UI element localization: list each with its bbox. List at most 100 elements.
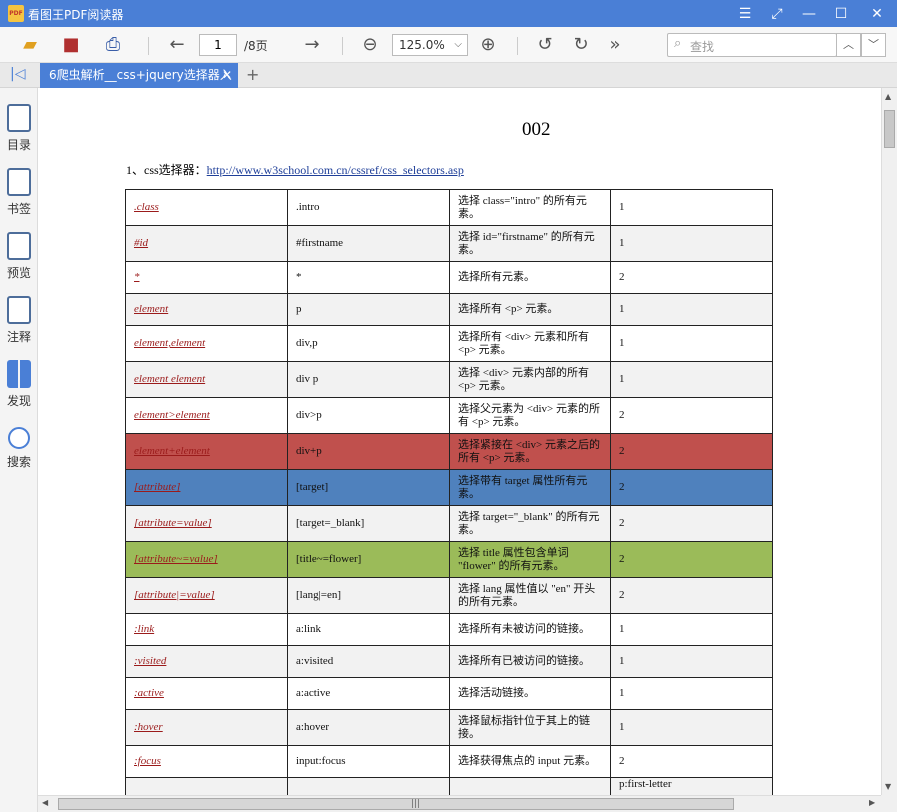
selector-cell[interactable]: :hover bbox=[125, 709, 288, 746]
selector-cell-text: element bbox=[134, 303, 169, 315]
version-cell-text: 1 bbox=[619, 687, 625, 699]
table-row: :link a:link 选择所有未被访问的链接。 1 bbox=[125, 613, 773, 646]
description-cell: 选择所有元素。 bbox=[449, 261, 611, 294]
selector-cell[interactable]: :focus bbox=[125, 745, 288, 778]
selector-cell[interactable]: * bbox=[125, 261, 288, 294]
description-cell: 选择获得焦点的 input 元素。 bbox=[449, 745, 611, 778]
selector-cell[interactable]: :visited bbox=[125, 645, 288, 678]
zoom-out-icon[interactable]: ⊖ bbox=[358, 34, 382, 56]
selector-cell[interactable]: #id bbox=[125, 225, 288, 262]
save-icon[interactable]: ■ bbox=[59, 34, 83, 56]
version-cell: 2 bbox=[610, 577, 773, 614]
selector-cell[interactable]: [attribute~=value] bbox=[125, 541, 288, 578]
vertical-scrollbar[interactable]: ▲ ▼ bbox=[881, 88, 897, 795]
left-sidebar: 目录 书签 预览 注释 发现 搜索 bbox=[0, 88, 38, 812]
rotate-right-icon[interactable]: ↻ bbox=[569, 34, 593, 56]
selector-cell[interactable]: element bbox=[125, 293, 288, 326]
fullscreen-icon[interactable]: ⤢ bbox=[767, 4, 787, 24]
sidebar-item-preview[interactable]: 预览 bbox=[0, 232, 38, 290]
scroll-down-icon[interactable]: ▼ bbox=[885, 782, 891, 791]
description-cell: 选择 class="intro" 的所有元素。 bbox=[449, 189, 611, 226]
example-cell: [target=_blank] bbox=[287, 505, 450, 542]
selector-cell-text: element+element bbox=[134, 445, 210, 457]
zoom-in-icon[interactable]: ⊕ bbox=[476, 34, 500, 56]
page-number-input[interactable]: 1 bbox=[199, 34, 237, 56]
selector-cell[interactable]: element>element bbox=[125, 397, 288, 434]
scrollbar-corner bbox=[881, 795, 897, 812]
close-button[interactable]: ✕ bbox=[867, 4, 887, 24]
scroll-left-icon[interactable]: ◀ bbox=[42, 798, 48, 807]
sidebar-item-bookmark[interactable]: 书签 bbox=[0, 168, 38, 226]
selector-cell-text: :link bbox=[134, 623, 155, 635]
selector-cell[interactable] bbox=[125, 777, 288, 795]
selector-cell[interactable]: [attribute=value] bbox=[125, 505, 288, 542]
description-cell-text: 选择所有元素。 bbox=[458, 271, 535, 283]
example-cell-text: p bbox=[296, 303, 302, 315]
version-cell-text: 1 bbox=[619, 623, 625, 635]
version-cell: 1 bbox=[610, 709, 773, 746]
version-cell-text: 2 bbox=[619, 517, 625, 529]
zoom-select[interactable]: 125.0% ⌵ bbox=[392, 34, 468, 56]
maximize-button[interactable]: ☐ bbox=[831, 4, 851, 24]
selector-cell[interactable]: [attribute] bbox=[125, 469, 288, 506]
selector-cell[interactable]: element,element bbox=[125, 325, 288, 362]
sidebar-item-label: 发现 bbox=[6, 394, 31, 408]
example-cell-text: [target] bbox=[296, 481, 329, 493]
example-cell: a:hover bbox=[287, 709, 450, 746]
description-cell-text: 选择紧接在 <div> 元素之后的所有 <p> 元素。 bbox=[458, 438, 600, 464]
description-cell: 选择带有 target 属性所有元素。 bbox=[449, 469, 611, 506]
new-tab-icon[interactable]: + bbox=[246, 65, 259, 84]
sidebar-item-discover[interactable]: 发现 bbox=[0, 360, 38, 418]
prev-page-icon[interactable]: ← bbox=[165, 34, 189, 56]
next-page-icon[interactable]: → bbox=[300, 34, 324, 56]
description-cell: 选择紧接在 <div> 元素之后的所有 <p> 元素。 bbox=[449, 433, 611, 470]
version-cell-text: 2 bbox=[619, 589, 625, 601]
horizontal-scroll-thumb[interactable]: ||| bbox=[58, 798, 734, 810]
sidebar-item-toc[interactable]: 目录 bbox=[0, 104, 38, 162]
example-cell-text: [target=_blank] bbox=[296, 517, 365, 529]
document-heading: 1、css选择器：http://www.w3school.com.cn/cssr… bbox=[126, 161, 464, 178]
selector-cell[interactable]: element+element bbox=[125, 433, 288, 470]
selector-cell[interactable]: .class bbox=[125, 189, 288, 226]
description-cell-text: 选择 id="firstname" 的所有元素。 bbox=[458, 230, 595, 256]
minimize-button[interactable]: — bbox=[799, 4, 819, 24]
document-viewer[interactable]: 002 1、css选择器：http://www.w3school.com.cn/… bbox=[38, 88, 881, 795]
document-tab[interactable]: 6爬虫解析__css+jquery选择器入 ✕ bbox=[40, 63, 238, 88]
print-icon[interactable]: ⎙ bbox=[101, 34, 125, 56]
selector-cell[interactable]: :link bbox=[125, 613, 288, 646]
more-tools-icon[interactable]: » bbox=[603, 34, 627, 56]
table-row: element element div p 选择 <div> 元素内部的所有 <p>… bbox=[125, 361, 773, 398]
sidebar-item-search[interactable]: 搜索 bbox=[0, 424, 38, 482]
selector-cell[interactable]: :active bbox=[125, 677, 288, 710]
tab-label: 6爬虫解析__css+jquery选择器入 bbox=[49, 68, 232, 82]
selector-cell-text: #id bbox=[134, 237, 149, 249]
selector-cell[interactable]: element element bbox=[125, 361, 288, 398]
menu-icon[interactable]: ☰ bbox=[735, 4, 755, 24]
rotate-left-icon[interactable]: ↺ bbox=[533, 34, 557, 56]
vertical-scroll-thumb[interactable] bbox=[884, 110, 895, 148]
open-folder-icon[interactable]: ▰ bbox=[18, 34, 42, 56]
sidebar-item-annotation[interactable]: 注释 bbox=[0, 296, 38, 354]
version-cell-text: 2 bbox=[619, 481, 625, 493]
version-cell: 2 bbox=[610, 469, 773, 506]
search-prev-button[interactable]: ︿ bbox=[836, 33, 861, 57]
version-cell: 1 bbox=[610, 189, 773, 226]
heading-link[interactable]: http://www.w3school.com.cn/cssref/css_se… bbox=[207, 163, 464, 177]
horizontal-scrollbar[interactable]: ◀ ||| ▶ bbox=[38, 795, 881, 812]
scroll-right-icon[interactable]: ▶ bbox=[869, 798, 875, 807]
example-cell: .intro bbox=[287, 189, 450, 226]
example-cell: a:active bbox=[287, 677, 450, 710]
search-input[interactable]: ⌕ 查找 bbox=[667, 33, 837, 57]
example-cell: a:link bbox=[287, 613, 450, 646]
heading-text: 1、css选择器： bbox=[126, 163, 207, 177]
search-next-button[interactable]: ﹀ bbox=[861, 33, 886, 57]
zoom-value: 125.0% bbox=[399, 38, 445, 52]
collapse-sidebar-icon[interactable]: |◁ bbox=[10, 66, 25, 82]
scroll-up-icon[interactable]: ▲ bbox=[885, 92, 891, 101]
close-tab-icon[interactable]: ✕ bbox=[222, 63, 232, 88]
selector-cell-text: [attribute~=value] bbox=[134, 553, 218, 565]
description-cell: 选择父元素为 <div> 元素的所有 <p> 元素。 bbox=[449, 397, 611, 434]
document-page-number: 002 bbox=[522, 119, 551, 140]
example-cell-text: * bbox=[296, 271, 302, 283]
selector-cell[interactable]: [attribute|=value] bbox=[125, 577, 288, 614]
